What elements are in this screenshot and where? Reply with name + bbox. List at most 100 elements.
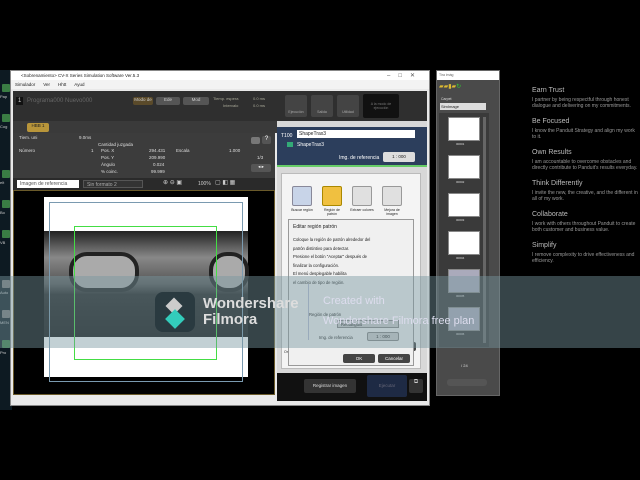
instruction-line: Presione el botón "Aceptar" después de: [293, 254, 367, 259]
color-extract-label: Extraer colores: [350, 208, 374, 212]
ref-image-button[interactable]: 1 : 000: [383, 152, 415, 162]
edit-dropdown[interactable]: Ede: [156, 97, 180, 105]
menu-simulador[interactable]: Simulador: [15, 82, 35, 87]
window-controls[interactable]: –□✕: [387, 72, 423, 79]
instruction-line: finalizar la configuración.: [293, 262, 340, 268]
brand-line-1: Wondershare: [203, 295, 299, 312]
tool-subname: ShapeTrax3: [297, 142, 325, 148]
menu-bar: Simulador Ver Hhtt Ayud: [11, 80, 429, 89]
mod-dropdown[interactable]: Mod: [183, 97, 209, 105]
program-number: 1: [16, 97, 24, 105]
instruction-line: patrón distintivo para detectar.: [293, 245, 350, 251]
number-value: 1: [91, 148, 94, 153]
view-icons[interactable]: ▢ ◧ ▦: [215, 179, 235, 186]
value-text: I remove complexity to drive effectivene…: [532, 252, 635, 264]
run-mode-button[interactable]: A la modo de ejecución: [363, 94, 399, 118]
thumbnail[interactable]: [448, 231, 480, 255]
dialog-ok-button[interactable]: OK: [343, 354, 375, 363]
format-select[interactable]: Sin formato 2: [83, 180, 143, 188]
desktop-icon-label: Cog: [0, 124, 8, 129]
execution-button[interactable]: Ejecución: [285, 95, 307, 117]
interval-label: Intervalo: [223, 103, 239, 108]
created-with-text: Created with: [323, 295, 385, 307]
image-toolbar: Imagen de referencia Sin formato 2 ⊕ ⊖ ▣…: [13, 178, 275, 190]
color-extract-icon[interactable]: [352, 186, 372, 206]
match-label: % coinc.: [101, 169, 119, 174]
value-title: Simplify: [532, 242, 557, 249]
value-title: Earn Trust: [532, 87, 565, 94]
page-indicator: 1/3: [257, 155, 264, 160]
menu-ayuda[interactable]: Ayud: [74, 82, 84, 87]
value-text: I work with others throughout Panduit to…: [532, 221, 636, 233]
desktop-icon-label: Bo: [0, 210, 5, 215]
judged-count-label: Cantidad juzgada: [98, 142, 134, 147]
thumbnail-label: 00002: [456, 180, 465, 184]
value-title: Think Differently: [532, 180, 583, 187]
strip-title: Tira imág: [437, 71, 499, 80]
folder-select[interactable]: SimImage: [440, 103, 486, 110]
angle-label: Ángulo: [101, 162, 116, 167]
value-title: Own Results: [532, 149, 572, 156]
thumbnail-label: 00003: [456, 218, 465, 222]
zoom-icons[interactable]: ⊕ ⊖ ▣: [163, 179, 182, 186]
main-toolbar: 1 Programa000 Nuevo000 Modo de Ede Mod T…: [13, 91, 427, 121]
simulator-window: <Sobrenamiento> CV-X Series Simulation S…: [10, 70, 430, 406]
posx-value: 294.431: [149, 148, 166, 153]
thumbnail[interactable]: [448, 117, 480, 141]
pattern-region-label: Región de patrón: [324, 208, 340, 216]
folder-toolbar-icons[interactable]: ▰▰▮▰↻: [439, 83, 461, 90]
menu-herr[interactable]: Hhtt: [58, 82, 66, 87]
time-value: 9.0ms: [79, 135, 92, 140]
register-image-button[interactable]: Registrar imagen: [304, 379, 356, 393]
image-source-select[interactable]: Imagen de referencia: [17, 180, 79, 188]
thumbnail-label: 00001: [456, 142, 465, 146]
value-text: I partner by being respectful through ho…: [532, 97, 631, 109]
tool-id: T100: [281, 133, 293, 139]
pattern-region-icon[interactable]: [322, 186, 342, 206]
action-bar: Registrar imagen Ejecutar ⧉: [277, 373, 427, 401]
program-name[interactable]: Programa000 Nuevo000: [27, 98, 92, 104]
menu-ver[interactable]: Ver: [43, 82, 50, 87]
strip-nav[interactable]: [447, 379, 487, 386]
brand-line-2: Filmora: [203, 311, 258, 328]
search-region-icon[interactable]: [292, 186, 312, 206]
free-plan-text: Wondershare Filmora free plan: [323, 315, 475, 327]
desktop-icon-label: VB: [0, 240, 6, 245]
match-value: 99.999: [151, 169, 165, 174]
tab-hbb[interactable]: HBB 1: [27, 123, 49, 132]
folder-label: Carpet: [441, 97, 452, 101]
ref-image-label: Img. de referencia: [339, 155, 380, 161]
wait-label: Tiemp. espera: [213, 96, 239, 101]
search-region-label: Buscar región: [291, 208, 313, 212]
display-icon[interactable]: [251, 137, 260, 144]
help-icon[interactable]: ?: [262, 136, 271, 144]
thumbnail[interactable]: [448, 155, 480, 179]
output-button[interactable]: Salida: [311, 95, 333, 117]
desktop-icon[interactable]: [2, 200, 10, 208]
utility-button[interactable]: Utilidad: [337, 95, 359, 117]
screen-icon[interactable]: ⧉: [409, 379, 423, 393]
mode-button[interactable]: Modo de: [133, 97, 153, 105]
execute-button[interactable]: Ejecutar: [367, 375, 407, 397]
filmora-watermark: Wondershare Filmora Created with Wonders…: [0, 276, 640, 348]
image-enhance-label: Mejora de imagen: [384, 208, 400, 216]
dialog-cancel-button[interactable]: Cancelar: [378, 354, 410, 363]
page-nav-buttons[interactable]: ◂ ▸: [251, 164, 271, 172]
value-text: I invite the new, the creative, and the …: [532, 190, 638, 202]
scale-label: Escala: [176, 148, 190, 153]
filmora-logo-icon: [155, 292, 195, 332]
value-title: Be Focused: [532, 118, 570, 125]
desktop-icon-label: elt: [0, 180, 5, 185]
desktop-icon[interactable]: [2, 170, 10, 178]
thumbnail[interactable]: [448, 193, 480, 217]
image-enhance-icon[interactable]: [382, 186, 402, 206]
value-title: Collaborate: [532, 211, 568, 218]
value-text: I am accountable to overcome obstacles a…: [532, 159, 638, 171]
tool-name-input[interactable]: ShapeTrax3: [297, 130, 415, 138]
desktop-icon[interactable]: [2, 84, 10, 92]
time-label: Tiem. uni: [19, 135, 38, 140]
interval-value: 0.0 ms: [253, 103, 266, 108]
desktop-icon[interactable]: [2, 114, 10, 122]
desktop-icon-label: Pro: [0, 350, 7, 355]
desktop-icon[interactable]: [2, 230, 10, 238]
